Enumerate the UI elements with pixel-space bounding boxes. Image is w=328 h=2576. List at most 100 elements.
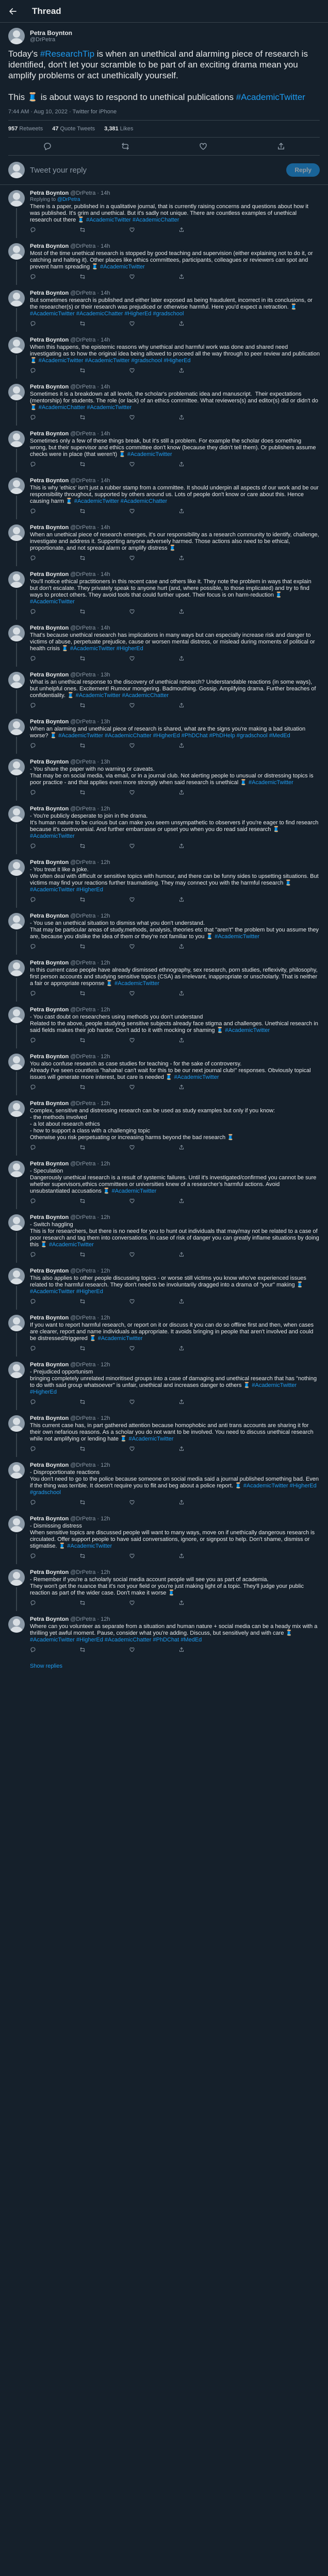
thread-tweet[interactable]: Petra Boynton @DrPetra · 12h In this curr… xyxy=(0,955,328,1002)
avatar[interactable] xyxy=(8,1462,25,1479)
avatar[interactable] xyxy=(8,806,25,822)
avatar[interactable] xyxy=(8,672,25,688)
like-icon[interactable] xyxy=(199,142,208,151)
tweet-time[interactable]: · 12h xyxy=(97,1054,110,1060)
avatar[interactable] xyxy=(8,960,25,976)
author-handle[interactable]: @DrPetra xyxy=(70,1007,95,1013)
author-name[interactable]: Petra Boynton xyxy=(30,806,69,812)
retweet-icon[interactable] xyxy=(79,555,86,561)
tweet-time[interactable]: · 14h xyxy=(97,431,110,437)
hashtag-link[interactable]: #AcademicTwitter xyxy=(174,1074,219,1080)
reply-icon[interactable] xyxy=(30,990,36,996)
hashtag-link[interactable]: #HigherEd xyxy=(76,887,103,893)
thread-tweet[interactable]: Petra Boynton @DrPetra · 13h What is an u… xyxy=(0,667,328,714)
hashtag-link[interactable]: #gradschool xyxy=(153,311,184,317)
retweet-icon[interactable] xyxy=(79,1647,86,1653)
thread-tweet[interactable]: Petra Boynton @DrPetra · 14h Most of the … xyxy=(0,238,328,285)
author-handle[interactable]: @DrPetra xyxy=(70,672,95,678)
hashtag-link[interactable]: #PhDChat xyxy=(153,1637,179,1643)
retweet-icon[interactable] xyxy=(79,655,86,662)
hashtag-link[interactable]: #MedEd xyxy=(269,733,290,739)
author-name[interactable]: Petra Boynton xyxy=(30,290,69,296)
author-handle[interactable]: @DrPetra xyxy=(70,1462,95,1468)
hashtag-link[interactable]: #HigherEd xyxy=(153,733,180,739)
share-icon[interactable] xyxy=(178,555,185,561)
hashtag-link[interactable]: #AcademicTwitter xyxy=(252,1382,297,1388)
hashtag-link[interactable]: #HigherEd xyxy=(76,1289,103,1295)
share-icon[interactable] xyxy=(178,843,185,849)
tweet-time[interactable]: · 13h xyxy=(97,759,110,765)
share-icon[interactable] xyxy=(178,1647,185,1653)
author-name[interactable]: Petra Boynton xyxy=(30,190,69,196)
hashtag-link[interactable]: #AcademicTwitter xyxy=(112,1188,157,1194)
tweet-time[interactable]: · 12h xyxy=(97,1362,110,1368)
reply-icon[interactable] xyxy=(30,1600,36,1606)
author-handle[interactable]: @DrPetra xyxy=(70,1161,95,1167)
retweet-icon[interactable] xyxy=(79,1600,86,1606)
hashtag-link[interactable]: #gradschool xyxy=(237,733,268,739)
avatar[interactable] xyxy=(8,290,25,307)
author-name[interactable]: Petra Boynton xyxy=(30,960,69,966)
hashtag-link[interactable]: #AcademicChatter xyxy=(76,311,123,317)
thread-tweet[interactable]: Petra Boynton @DrPetra · 12h You also con… xyxy=(0,1048,328,1095)
thread-tweet[interactable]: Petra Boynton @DrPetra · 12h - Prejudiced… xyxy=(0,1357,328,1410)
like-icon[interactable] xyxy=(129,1345,135,1351)
thread-tweet[interactable]: Petra Boynton @DrPetra · 12h Where can yo… xyxy=(0,1611,328,1658)
hashtag-link[interactable]: #AcademicChatter xyxy=(121,498,168,504)
hashtag-link[interactable]: #AcademicTwitter xyxy=(30,887,75,893)
share-icon[interactable] xyxy=(178,461,185,467)
author-handle[interactable]: @DrPetra xyxy=(70,759,95,765)
thread-tweet[interactable]: Petra Boynton @DrPetra · 12h - Speculatio… xyxy=(0,1156,328,1209)
share-icon[interactable] xyxy=(178,608,185,615)
back-arrow-icon[interactable] xyxy=(8,7,18,16)
tweet-time[interactable]: · 14h xyxy=(97,625,110,631)
retweet-icon[interactable] xyxy=(79,742,86,749)
reply-icon[interactable] xyxy=(30,1499,36,1505)
like-icon[interactable] xyxy=(129,1144,135,1150)
share-icon[interactable] xyxy=(178,702,185,708)
thread-tweet[interactable]: Petra Boynton @DrPetra · 14h You'll notic… xyxy=(0,566,328,620)
author-name[interactable]: Petra Boynton xyxy=(30,1100,69,1107)
author-handle[interactable]: @DrPetra xyxy=(70,478,95,484)
retweet-icon[interactable] xyxy=(79,943,86,950)
thread-tweet[interactable]: Petra Boynton @DrPetra · 14h Sometimes it… xyxy=(0,379,328,426)
hashtag-link[interactable]: #AcademicChatter xyxy=(122,692,169,699)
avatar[interactable] xyxy=(8,625,25,641)
retweet-icon[interactable] xyxy=(79,1084,86,1090)
author-name[interactable]: Petra Boynton xyxy=(30,243,69,249)
hashtag-link[interactable]: #AcademicTwitter xyxy=(30,1637,75,1643)
hashtag-link[interactable]: #AcademicChatter xyxy=(39,404,86,411)
avatar[interactable] xyxy=(8,1161,25,1177)
hashtag-link[interactable]: #AcademicTwitter xyxy=(87,404,132,411)
author-name[interactable]: Petra Boynton xyxy=(30,571,69,578)
share-icon[interactable] xyxy=(178,1144,185,1150)
thread-tweet[interactable]: Petra Boynton @DrPetra · 13h - You share … xyxy=(0,754,328,801)
retweet-icon[interactable] xyxy=(79,367,86,374)
tweet-time[interactable]: · 13h xyxy=(97,719,110,725)
like-icon[interactable] xyxy=(129,655,135,662)
author-name[interactable]: Petra Boynton xyxy=(30,1268,69,1274)
like-icon[interactable] xyxy=(129,843,135,849)
author-name[interactable]: Petra Boynton xyxy=(30,431,69,437)
hashtag-link[interactable]: #AcademicChatter xyxy=(105,1637,152,1643)
author-name[interactable]: Petra Boynton xyxy=(30,859,69,866)
retweet-icon[interactable] xyxy=(79,1198,86,1204)
tweet-time[interactable]: · 12h xyxy=(97,806,110,812)
hashtag-link[interactable]: #AcademicChatter xyxy=(133,217,179,223)
tweet-time[interactable]: · 12h xyxy=(97,1516,110,1522)
share-icon[interactable] xyxy=(178,1399,185,1405)
avatar[interactable] xyxy=(8,719,25,735)
thread-tweet[interactable]: Petra Boynton @DrPetra · 14h This is why … xyxy=(0,472,328,519)
like-icon[interactable] xyxy=(129,508,135,514)
hashtag-link[interactable]: #AcademicTwitter xyxy=(58,733,103,739)
author-name[interactable]: Petra Boynton xyxy=(30,1415,69,1421)
hashtag-link[interactable]: #AcademicTwitter xyxy=(30,599,75,605)
author-handle[interactable]: @DrPetra xyxy=(70,1362,95,1368)
author-name[interactable]: Petra Boynton xyxy=(30,1007,69,1013)
like-icon[interactable] xyxy=(129,1399,135,1405)
author-name[interactable]: Petra Boynton xyxy=(30,913,69,919)
hashtag-link[interactable]: #AcademicTwitter xyxy=(85,358,130,364)
avatar[interactable] xyxy=(8,859,25,876)
like-icon[interactable] xyxy=(129,1298,135,1304)
like-icon[interactable] xyxy=(129,1037,135,1043)
